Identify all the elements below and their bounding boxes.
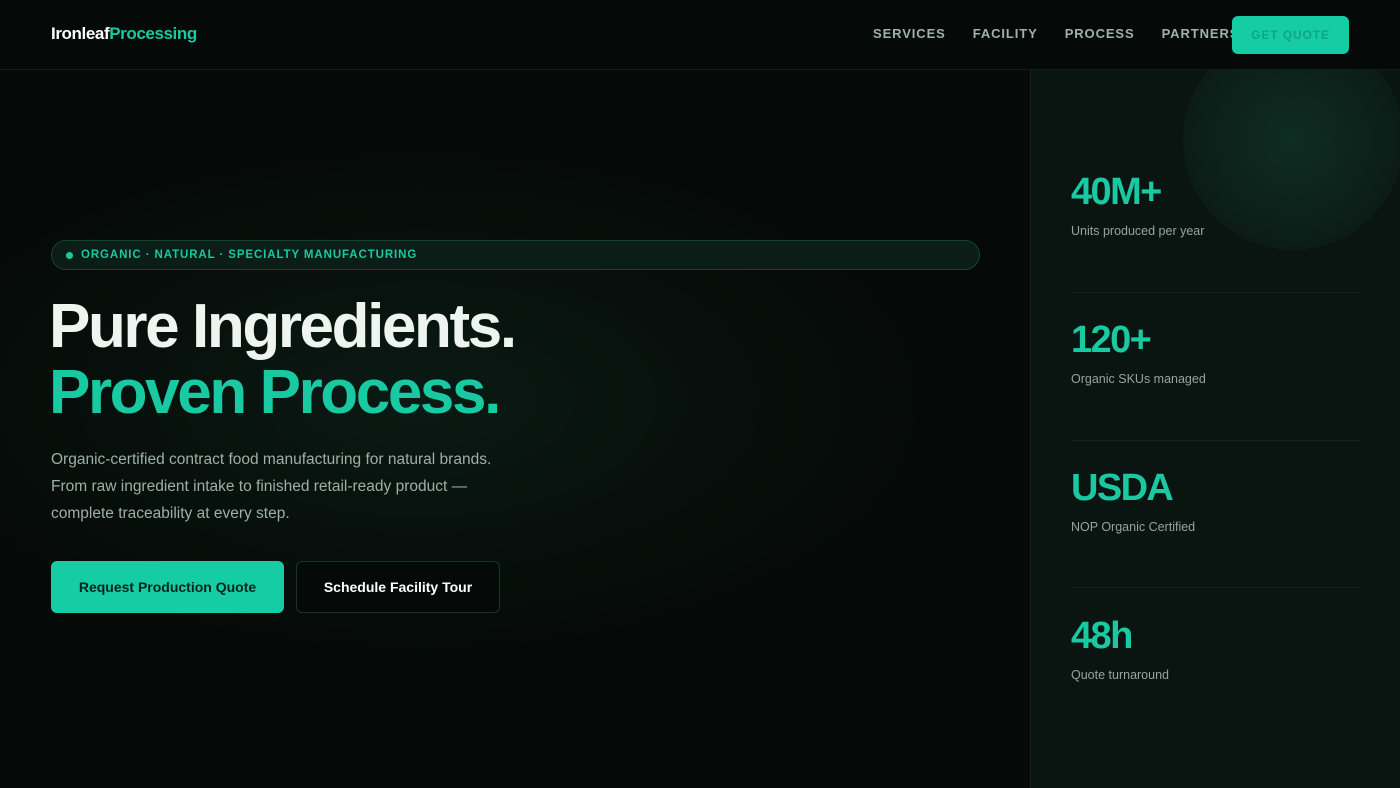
stat-units-produced: 40M+ Units produced per year xyxy=(1071,170,1361,238)
stat-divider xyxy=(1071,587,1361,588)
stat-quote-turnaround: 48h Quote turnaround xyxy=(1071,614,1361,682)
stat-organic-skus: 120+ Organic SKUs managed xyxy=(1071,318,1361,386)
stat-value: 120+ xyxy=(1071,319,1152,361)
main-nav: SERVICES FACILITY PROCESS PARTNERS xyxy=(873,26,1266,41)
hero-description-line: Organic-certified contract food manufact… xyxy=(51,451,492,468)
nav-link-partners[interactable]: PARTNERS xyxy=(1162,26,1240,41)
nav-link-process[interactable]: PROCESS xyxy=(1065,26,1135,41)
hero-tag-pill: ORGANIC · NATURAL · SPECIALTY MANUFACTUR… xyxy=(51,240,980,270)
hero-description-line: complete traceability at every step. xyxy=(51,505,290,522)
hero-description: Organic-certified contract food manufact… xyxy=(51,446,521,527)
brand-logo[interactable]: IronleafProcessing xyxy=(51,24,197,44)
hero-headline-line-1: Pure Ingredients. xyxy=(49,292,517,361)
top-navigation-bar: IronleafProcessing SERVICES FACILITY PRO… xyxy=(0,0,1400,70)
get-quote-button[interactable]: GET QUOTE xyxy=(1232,16,1349,54)
nav-link-services[interactable]: SERVICES xyxy=(873,26,946,41)
stat-value: USDA xyxy=(1071,467,1174,509)
hero-description-line: From raw ingredient intake to finished r… xyxy=(51,478,468,495)
stat-label: Organic SKUs managed xyxy=(1071,372,1206,386)
stat-label: Quote turnaround xyxy=(1071,668,1169,682)
hero-tag-text: ORGANIC · NATURAL · SPECIALTY MANUFACTUR… xyxy=(81,249,418,261)
stat-usda-certified: USDA NOP Organic Certified xyxy=(1071,466,1361,534)
stat-divider xyxy=(1071,440,1361,441)
stat-value: 48h xyxy=(1071,615,1133,657)
stat-label: Units produced per year xyxy=(1071,224,1205,238)
landing-page: IronleafProcessing SERVICES FACILITY PRO… xyxy=(0,0,1400,788)
nav-link-facility[interactable]: FACILITY xyxy=(973,26,1038,41)
brand-name-secondary: Processing xyxy=(109,24,197,43)
status-dot-icon xyxy=(66,251,73,259)
request-production-quote-button[interactable]: Request Production Quote xyxy=(51,561,284,613)
brand-name-primary: Ironleaf xyxy=(51,24,110,43)
stat-value: 40M+ xyxy=(1071,171,1162,213)
stat-label: NOP Organic Certified xyxy=(1071,520,1196,534)
schedule-facility-tour-button[interactable]: Schedule Facility Tour xyxy=(296,561,500,613)
stat-divider xyxy=(1071,292,1361,293)
stats-panel: 40M+ Units produced per year 120+ Organi… xyxy=(1030,70,1400,788)
hero-headline-line-2: Proven Process. xyxy=(49,358,501,427)
